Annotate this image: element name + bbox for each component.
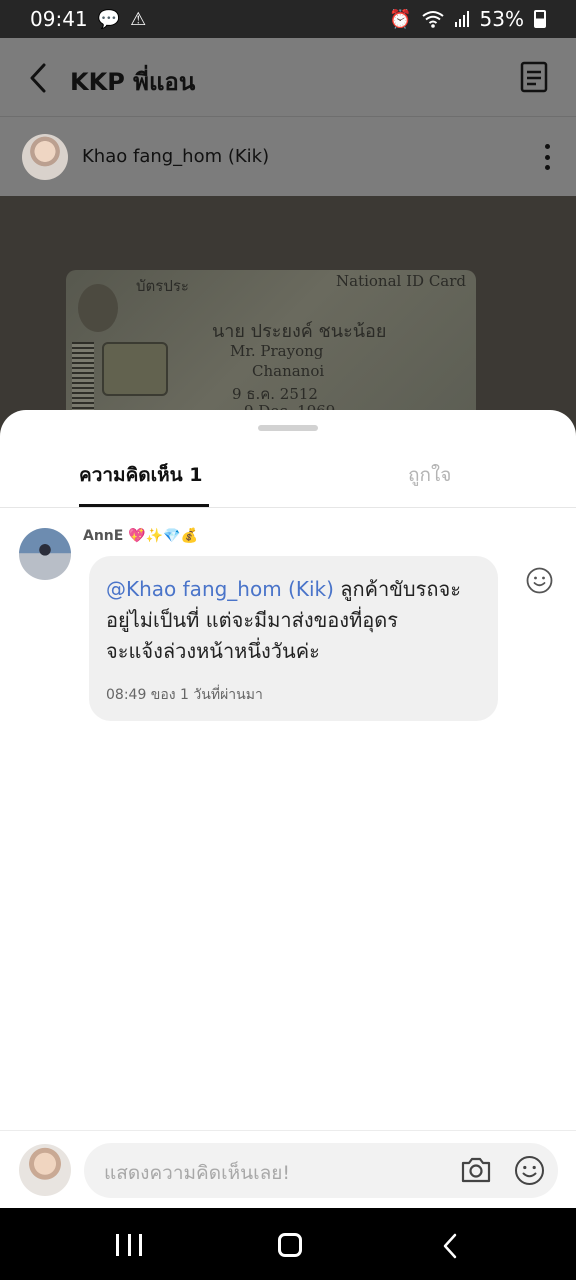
nav-back-icon[interactable] xyxy=(440,1232,460,1260)
emblem-icon xyxy=(78,284,118,332)
tab-likes[interactable]: ถูกใจ xyxy=(408,460,451,490)
card-name-en: Mr. Prayong xyxy=(230,342,324,360)
comment-input-placeholder[interactable]: แสดงความคิดเห็นเลย! xyxy=(104,1158,290,1188)
page-title: KKP พี่แอน xyxy=(70,68,196,96)
tabs-divider xyxy=(0,507,576,508)
comment-text-line1: ลูกค้าขับรถจะ xyxy=(333,577,461,601)
tab-comments[interactable]: ความคิดเห็น 1 xyxy=(79,460,202,490)
notes-icon[interactable] xyxy=(518,60,550,94)
more-options-icon[interactable] xyxy=(540,144,554,170)
comment-bubble[interactable]: @Khao fang_hom (Kik) ลูกค้าขับรถจะ อยู่ไ… xyxy=(89,556,498,721)
battery-icon xyxy=(534,10,546,28)
chat-bubble-icon: 💬 xyxy=(97,8,121,30)
system-nav-bar xyxy=(0,1208,576,1280)
comment-text-line2: อยู่ไม่เป็นที่ แต่จะมีมาส่งของที่อุดร xyxy=(106,608,399,632)
camera-icon[interactable] xyxy=(460,1155,492,1185)
signal-icon xyxy=(454,11,469,27)
card-name-th: นาย ประยงค์ ชนะน้อย xyxy=(212,321,387,342)
commenter-avatar[interactable] xyxy=(19,528,71,580)
post-header: KKP พี่แอน Khao fang_hom (Kik) xyxy=(0,38,576,196)
card-heading: บัตรประ xyxy=(136,277,189,295)
chip-icon xyxy=(102,342,168,396)
my-avatar xyxy=(19,1144,71,1196)
battery-percent: 53% xyxy=(479,7,524,31)
wifi-icon xyxy=(421,11,444,28)
status-bar: 09:41 💬 ⚠ ⏰ 53% xyxy=(0,0,576,38)
recent-apps-icon[interactable] xyxy=(116,1234,142,1256)
home-icon[interactable] xyxy=(278,1233,302,1257)
comment-mention[interactable]: @Khao fang_hom (Kik) xyxy=(106,577,334,601)
post-author-avatar[interactable] xyxy=(22,134,68,180)
post-author-name[interactable]: Khao fang_hom (Kik) xyxy=(82,146,269,167)
react-emoji-icon[interactable] xyxy=(526,567,553,594)
comments-sheet: ความคิดเห็น 1 ถูกใจ AnnE 💖✨💎💰 @Khao fang… xyxy=(0,410,576,1208)
warning-icon: ⚠ xyxy=(130,8,147,30)
header-divider xyxy=(0,116,576,117)
sheet-drag-handle[interactable] xyxy=(258,425,318,431)
post-page-background: KKP พี่แอน Khao fang_hom (Kik) บัตรประ N… xyxy=(0,38,576,456)
status-time: 09:41 xyxy=(30,7,88,31)
comment-timestamp: 08:49 ของ 1 วันที่ผ่านมา xyxy=(106,687,263,703)
comment-input[interactable]: แสดงความคิดเห็นเลย! xyxy=(84,1143,558,1198)
card-lastname: Chananoi xyxy=(252,362,325,380)
comment-text: @Khao fang_hom (Kik) ลูกค้าขับรถจะ อยู่ไ… xyxy=(106,574,486,667)
alarm-icon: ⏰ xyxy=(389,8,412,30)
commenter-name[interactable]: AnnE 💖✨💎💰 xyxy=(83,528,198,544)
comment-text-line3: จะแจ้งล่วงหน้าหนึ่งวันค่ะ xyxy=(106,639,320,663)
emoji-icon[interactable] xyxy=(514,1155,545,1186)
card-title-en: National ID Card xyxy=(336,272,467,290)
back-arrow-icon[interactable] xyxy=(24,60,54,96)
comment-input-bar: แสดงความคิดเห็นเลย! xyxy=(0,1130,576,1208)
